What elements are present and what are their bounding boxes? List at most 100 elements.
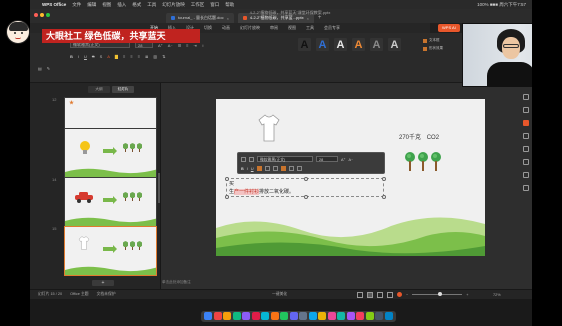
comment-icon[interactable]	[523, 146, 529, 152]
menubar-item-file[interactable]: 文件	[72, 2, 81, 8]
shape-effect-button[interactable]: 形状效果	[423, 46, 443, 51]
menubar-item-window[interactable]: 窗口	[210, 2, 219, 8]
align-center-icon[interactable]: ≡	[130, 54, 132, 59]
doc-tab-1[interactable]: tournal_ - 量长白话题.doc ×	[166, 13, 234, 23]
design-icon[interactable]	[523, 107, 529, 113]
format-painter-icon[interactable]: ✎	[47, 66, 50, 71]
menubar-item-view[interactable]: 视图	[102, 2, 111, 8]
notes-view-icon[interactable]	[357, 291, 363, 298]
menubar-item-format[interactable]: 格式	[132, 2, 141, 8]
dock-app-icon[interactable]	[270, 312, 279, 320]
menubar-item-insert[interactable]: 插入	[117, 2, 126, 8]
textbox-button[interactable]: 文本框	[423, 38, 443, 43]
grow-font-icon[interactable]: A⁺	[341, 157, 346, 162]
resize-handle[interactable]	[382, 177, 386, 181]
menubar-item-edit[interactable]: 编辑	[87, 2, 96, 8]
highlight-icon[interactable]	[280, 166, 286, 171]
floating-font-select[interactable]: 微软雅黑(正文)	[257, 156, 313, 162]
dock-app-icon[interactable]	[299, 312, 307, 320]
shirt-icon[interactable]	[258, 114, 280, 142]
shrink-font-icon[interactable]: A⁻	[349, 157, 354, 162]
selected-textbox[interactable]: 买 生产一件衬衫排放二氧化碳。	[225, 177, 386, 199]
tab-tools[interactable]: 工具	[306, 25, 314, 31]
tab-review[interactable]: 审阅	[270, 25, 278, 31]
wps-ai-button[interactable]: WPS AI	[438, 24, 460, 32]
tab-outline[interactable]: 大纲	[88, 86, 110, 93]
notes-hint[interactable]: 单击此处添加备注	[162, 280, 191, 285]
properties-icon[interactable]	[523, 94, 529, 100]
transition-icon[interactable]	[523, 133, 529, 139]
doc-protect-status[interactable]: 文档未保护	[97, 292, 116, 297]
bold-icon[interactable]: B	[241, 167, 244, 171]
dock-app-icon[interactable]	[242, 312, 250, 320]
dock-app-icon[interactable]	[280, 312, 288, 320]
text-style-3[interactable]: A	[334, 38, 347, 51]
more-icon[interactable]	[296, 166, 302, 171]
justify-icon[interactable]: ≣	[145, 54, 148, 59]
font-color-icon[interactable]: A	[107, 54, 110, 59]
bold-icon[interactable]: B	[70, 54, 73, 59]
resize-handle[interactable]	[225, 177, 229, 181]
underline-icon[interactable]: U	[84, 54, 87, 59]
dock-app-icon[interactable]	[356, 312, 364, 320]
align-right-icon[interactable]: ≡	[138, 54, 140, 59]
menubar-item-tools[interactable]: 工具	[147, 2, 156, 8]
slide-thumbnail-15[interactable]: 15	[52, 226, 157, 276]
normal-view-icon[interactable]	[367, 291, 373, 298]
italic-icon[interactable]: I	[247, 167, 248, 171]
close-window-button[interactable]	[34, 13, 38, 17]
zoom-knob[interactable]	[437, 292, 442, 296]
slide-thumbnail-14[interactable]: 14	[52, 177, 157, 227]
font-color-icon[interactable]	[256, 166, 262, 171]
share-icon[interactable]	[523, 159, 529, 165]
format-icon[interactable]	[249, 156, 254, 162]
text-style-5[interactable]: A	[370, 38, 383, 51]
align-left-icon[interactable]	[264, 166, 270, 171]
co2-label[interactable]: 270千克 CO2	[399, 132, 439, 141]
grow-font-icon[interactable]: A⁺	[158, 43, 163, 48]
highlight-icon[interactable]: ▇	[115, 54, 118, 59]
columns-icon[interactable]: ▥	[153, 54, 157, 59]
settings-icon[interactable]	[523, 185, 529, 191]
menubar-item-help[interactable]: 帮助	[225, 2, 234, 8]
shadow-icon[interactable]: S	[100, 54, 103, 59]
dock-app-icon[interactable]	[232, 312, 241, 320]
style-icon[interactable]	[241, 156, 246, 162]
dock-app-icon[interactable]	[223, 312, 231, 320]
dock-app-icon[interactable]	[251, 312, 260, 320]
dock-app-icon[interactable]	[308, 312, 317, 320]
line-spacing-icon[interactable]: ↕	[202, 43, 204, 48]
tab-slideshow[interactable]: 幻灯片放映	[240, 25, 260, 31]
zoom-out-icon[interactable]: −	[406, 293, 408, 297]
tab-member[interactable]: 会员专享	[324, 25, 340, 31]
text-style-1[interactable]: A	[298, 38, 311, 51]
dock-app-icon[interactable]	[261, 312, 269, 320]
dock-app-icon[interactable]	[384, 312, 393, 320]
underline-icon[interactable]: U	[251, 167, 254, 171]
resize-handle[interactable]	[304, 177, 308, 181]
zoom-slider[interactable]	[412, 292, 463, 296]
close-icon[interactable]: ×	[227, 16, 229, 21]
beautify-button[interactable]: 一键美化	[272, 292, 287, 297]
shrink-font-icon[interactable]: A⁻	[168, 43, 173, 48]
dock-app-icon[interactable]	[337, 312, 345, 320]
dock-app-icon[interactable]	[318, 312, 326, 320]
dock-app-icon[interactable]	[375, 312, 383, 320]
close-icon[interactable]: ×	[307, 16, 309, 21]
bullets-icon[interactable]: ☰	[178, 43, 182, 48]
numbering-icon[interactable]: ≡	[186, 43, 188, 48]
sorter-view-icon[interactable]	[377, 291, 383, 298]
indent-icon[interactable]: ⇥	[194, 43, 197, 48]
dock-app-icon[interactable]	[346, 312, 355, 320]
minimize-window-button[interactable]	[40, 13, 44, 17]
reading-view-icon[interactable]	[387, 291, 393, 298]
list-icon[interactable]	[288, 166, 294, 171]
zoom-level[interactable]: 72%	[493, 293, 501, 297]
resize-handle[interactable]	[304, 195, 308, 199]
menubar-item-workspace[interactable]: 工作区	[191, 2, 205, 8]
menubar-item-slideshow[interactable]: 幻灯片放映	[162, 2, 185, 8]
tab-transition[interactable]: 切换	[204, 25, 212, 31]
help-icon[interactable]	[523, 172, 529, 178]
dock-app-icon[interactable]	[289, 312, 298, 320]
resize-handle[interactable]	[382, 195, 386, 199]
